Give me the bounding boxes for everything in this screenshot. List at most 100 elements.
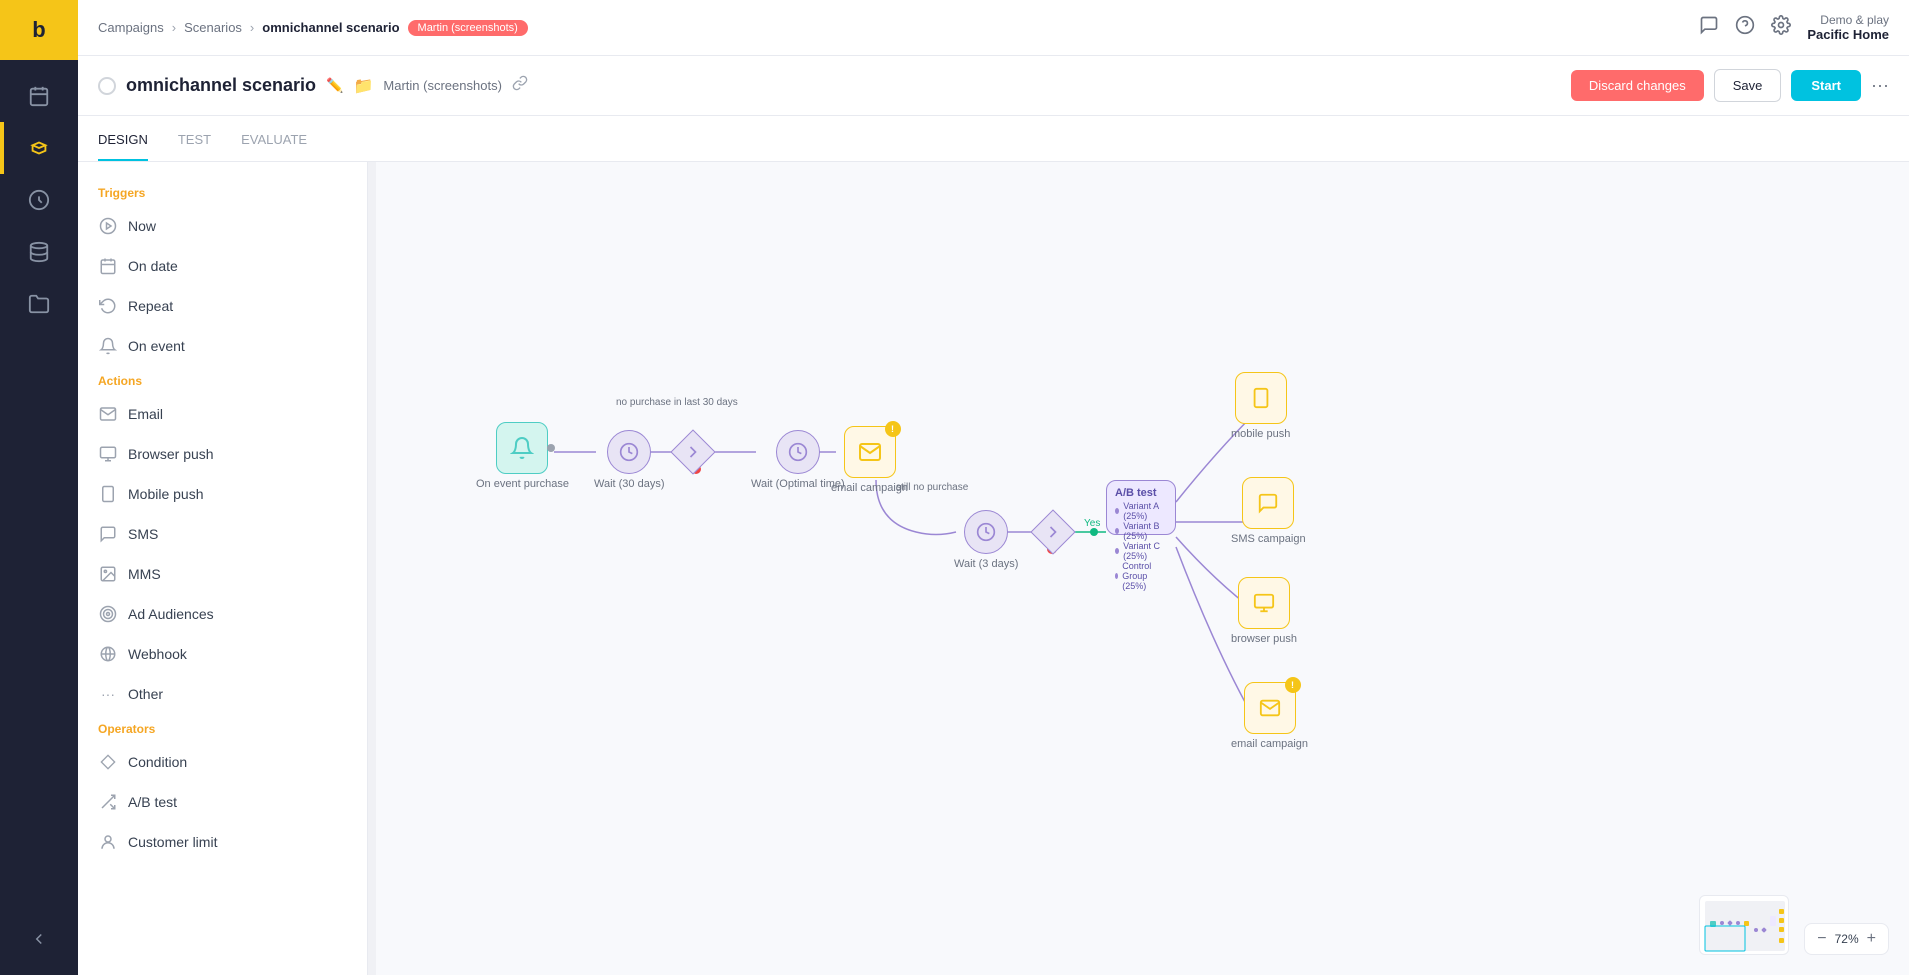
save-button[interactable]: Save xyxy=(1714,69,1782,102)
wait2-node-box[interactable] xyxy=(776,430,820,474)
panel-item-on-date[interactable]: On date xyxy=(78,246,367,286)
start-button[interactable]: Start xyxy=(1791,70,1861,101)
nav-item-database[interactable] xyxy=(0,226,78,278)
panel-item-repeat[interactable]: Repeat xyxy=(78,286,367,326)
panel-item-ab-test[interactable]: A/B test xyxy=(78,782,367,822)
breadcrumb-campaigns[interactable]: Campaigns xyxy=(98,20,164,35)
panel-item-email[interactable]: Email xyxy=(78,394,367,434)
app-logo[interactable]: b xyxy=(0,0,78,60)
panel-item-other[interactable]: ··· Other xyxy=(78,674,367,714)
more-options-icon[interactable]: ··· xyxy=(1871,75,1889,96)
panel-item-on-event[interactable]: On event xyxy=(78,326,367,366)
sms-campaign-node-box[interactable] xyxy=(1242,477,1294,529)
panel-item-webhook[interactable]: Webhook xyxy=(78,634,367,674)
sub-header-actions: Discard changes Save Start ··· xyxy=(1571,69,1889,102)
panel-item-condition[interactable]: Condition xyxy=(78,742,367,782)
panel-item-onevent-label: On event xyxy=(128,338,185,354)
help-icon[interactable] xyxy=(1735,15,1755,40)
no-purchase-label: no purchase in last 30 days xyxy=(616,397,738,408)
email2-node[interactable]: ! email campaign xyxy=(1231,682,1308,750)
wait1-node-box[interactable] xyxy=(607,430,651,474)
wait1-node[interactable]: Wait (30 days) xyxy=(594,430,665,490)
settings-icon[interactable] xyxy=(1771,15,1791,40)
collapse-button[interactable] xyxy=(0,919,78,959)
breadcrumb: Campaigns › Scenarios › omnichannel scen… xyxy=(98,20,528,36)
target-icon xyxy=(98,604,118,624)
app-sidebar: b xyxy=(0,0,78,975)
panel-item-repeat-label: Repeat xyxy=(128,298,173,314)
mobile-push-node[interactable]: mobile push xyxy=(1231,372,1290,440)
chat-icon[interactable] xyxy=(1699,15,1719,40)
breadcrumb-tag: Martin (screenshots) xyxy=(408,20,528,36)
header-right: Demo & play Pacific Home xyxy=(1699,13,1889,42)
refresh-icon xyxy=(98,296,118,316)
panel-item-mobile-push-label: Mobile push xyxy=(128,486,204,502)
breadcrumb-sep1: › xyxy=(172,20,176,35)
diamond-icon xyxy=(98,752,118,772)
zoom-controls: − 72% + xyxy=(1804,923,1889,955)
bell-icon xyxy=(98,336,118,356)
trigger-node-label: On event purchase xyxy=(476,478,569,490)
ab-test-node-box[interactable]: A/B test Variant A (25%) Variant B (25%)… xyxy=(1106,480,1176,535)
link-icon[interactable] xyxy=(512,75,528,96)
section-title-actions: Actions xyxy=(78,366,367,394)
panel-item-browser-push[interactable]: Browser push xyxy=(78,434,367,474)
tab-evaluate[interactable]: EVALUATE xyxy=(241,132,307,161)
scenario-name: omnichannel scenario xyxy=(126,75,316,96)
discard-changes-button[interactable]: Discard changes xyxy=(1571,70,1704,101)
panel-item-ad-audiences[interactable]: Ad Audiences xyxy=(78,594,367,634)
canvas-content: On event purchase no purchase in last 30… xyxy=(376,162,1909,975)
sidebar-bottom xyxy=(0,919,78,959)
panel-item-now[interactable]: Now xyxy=(78,206,367,246)
nav-item-files[interactable] xyxy=(0,278,78,330)
panel-item-ondate-label: On date xyxy=(128,258,178,274)
wait3-node[interactable]: Wait (3 days) xyxy=(954,510,1018,570)
browser-push-node-box[interactable] xyxy=(1238,577,1290,629)
mms-icon xyxy=(98,564,118,584)
ab-variant-a: Variant A (25%) xyxy=(1115,501,1167,521)
panel-item-customer-limit[interactable]: Customer limit xyxy=(78,822,367,862)
email2-node-box[interactable]: ! xyxy=(1244,682,1296,734)
panel-item-mms[interactable]: MMS xyxy=(78,554,367,594)
zoom-in-button[interactable]: + xyxy=(1867,930,1876,948)
trigger-node-box[interactable] xyxy=(496,422,548,474)
zoom-out-button[interactable]: − xyxy=(1817,930,1826,948)
condition2-node[interactable] xyxy=(1031,510,1075,554)
folder-color-icon: 📁 xyxy=(354,76,374,96)
mobile-icon xyxy=(98,484,118,504)
top-header: Campaigns › Scenarios › omnichannel scen… xyxy=(78,0,1909,56)
canvas[interactable]: On event purchase no purchase in last 30… xyxy=(376,162,1909,975)
panel-item-now-label: Now xyxy=(128,218,156,234)
edit-icon[interactable]: ✏️ xyxy=(326,77,343,94)
panel-item-condition-label: Condition xyxy=(128,754,187,770)
email1-node-box[interactable]: ! xyxy=(844,426,896,478)
sms-icon xyxy=(98,524,118,544)
nav-item-campaigns[interactable] xyxy=(0,122,78,174)
play-circle-icon xyxy=(98,216,118,236)
left-panel: Triggers Now On date Repeat On event Act… xyxy=(78,162,368,975)
ab-variant-c: Variant C (25%) xyxy=(1115,541,1167,561)
tab-test[interactable]: TEST xyxy=(178,132,211,161)
sms-campaign-node[interactable]: SMS campaign xyxy=(1231,477,1306,545)
mobile-push-label: mobile push xyxy=(1231,428,1290,440)
wait3-label: Wait (3 days) xyxy=(954,558,1018,570)
ab-test-node[interactable]: A/B test Variant A (25%) Variant B (25%)… xyxy=(1106,480,1176,535)
ab-variant-b: Variant B (25%) xyxy=(1115,521,1167,541)
webhook-icon xyxy=(98,644,118,664)
trigger-node[interactable]: On event purchase xyxy=(476,422,569,490)
condition1-node[interactable] xyxy=(671,430,715,474)
panel-item-email-label: Email xyxy=(128,406,163,422)
user-line2: Pacific Home xyxy=(1807,27,1889,42)
wait3-node-box[interactable] xyxy=(964,510,1008,554)
mobile-push-node-box[interactable] xyxy=(1235,372,1287,424)
breadcrumb-scenarios[interactable]: Scenarios xyxy=(184,20,242,35)
minimap[interactable] xyxy=(1699,895,1789,955)
panel-item-other-label: Other xyxy=(128,686,163,702)
panel-item-sms[interactable]: SMS xyxy=(78,514,367,554)
nav-item-analytics[interactable] xyxy=(0,174,78,226)
panel-item-mobile-push[interactable]: Mobile push xyxy=(78,474,367,514)
tab-design[interactable]: DESIGN xyxy=(98,132,148,161)
nav-item-calendar[interactable] xyxy=(0,70,78,122)
user-profile[interactable]: Demo & play Pacific Home xyxy=(1807,13,1889,42)
browser-push-node[interactable]: browser push xyxy=(1231,577,1297,645)
